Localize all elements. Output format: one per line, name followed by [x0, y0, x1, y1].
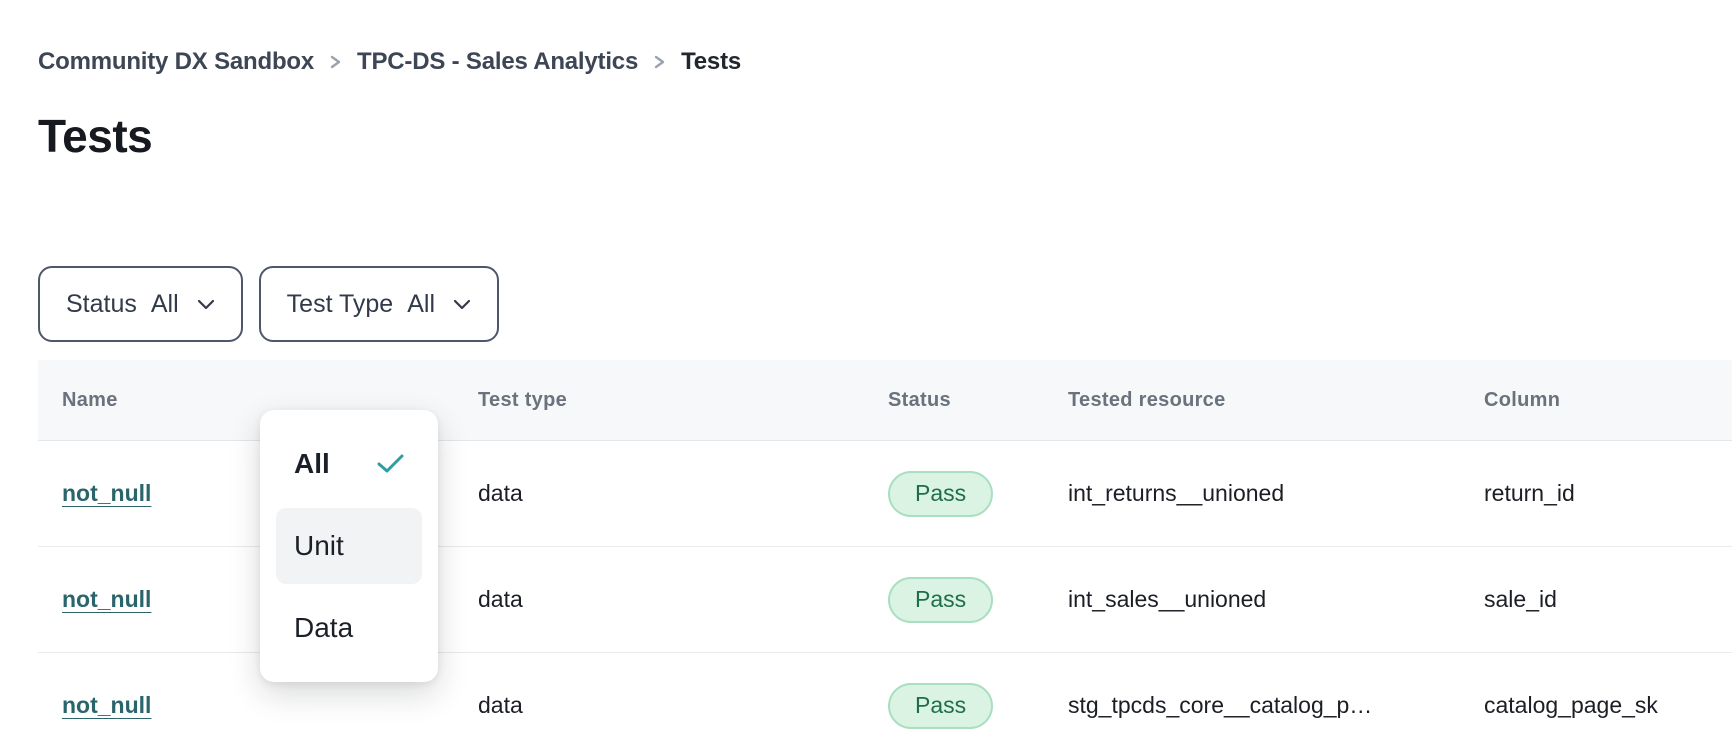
chevron-down-icon	[197, 299, 215, 310]
column-header-column: Column	[1484, 389, 1732, 412]
chevron-right-icon	[329, 52, 342, 72]
breadcrumb-link-project[interactable]: TPC-DS - Sales Analytics	[357, 48, 638, 76]
dropdown-option-label: Unit	[294, 530, 344, 562]
column-value: sale_id	[1484, 586, 1732, 613]
test-type-value: data	[478, 480, 888, 507]
status-filter-label: Status	[66, 290, 137, 319]
dropdown-option-data[interactable]: Data	[276, 590, 422, 666]
dropdown-option-unit[interactable]: Unit	[276, 508, 422, 584]
dropdown-option-label: Data	[294, 612, 353, 644]
tested-resource-value: stg_tpcds_core__catalog_p…	[1068, 692, 1484, 719]
tests-page: Community DX Sandbox TPC-DS - Sales Anal…	[0, 48, 1732, 756]
status-filter-button[interactable]: Status All	[38, 266, 243, 342]
column-header-status: Status	[888, 389, 1068, 412]
test-name-link[interactable]: not_null	[62, 692, 151, 718]
test-name-link[interactable]: not_null	[62, 480, 151, 506]
column-header-test-type: Test type	[478, 389, 888, 412]
column-value: catalog_page_sk	[1484, 692, 1732, 719]
tested-resource-value: int_returns__unioned	[1068, 480, 1484, 507]
dropdown-option-all[interactable]: All	[276, 426, 422, 502]
status-filter-value: All	[151, 290, 179, 319]
breadcrumb-link-sandbox[interactable]: Community DX Sandbox	[38, 48, 314, 76]
page-title: Tests	[38, 106, 1732, 166]
chevron-right-icon	[653, 52, 666, 72]
test-type-filter-label: Test Type	[287, 290, 394, 319]
test-name-link[interactable]: not_null	[62, 586, 151, 612]
column-value: return_id	[1484, 480, 1732, 507]
test-type-filter-value: All	[407, 290, 435, 319]
status-badge: Pass	[888, 577, 993, 623]
test-type-dropdown-menu: All Unit Data	[260, 410, 438, 682]
status-badge: Pass	[888, 683, 993, 729]
filter-bar: Status All Test Type All	[38, 266, 1732, 342]
column-header-name: Name	[38, 389, 478, 412]
status-badge: Pass	[888, 471, 993, 517]
test-type-filter-button[interactable]: Test Type All	[259, 266, 499, 342]
chevron-down-icon	[453, 299, 471, 310]
test-type-value: data	[478, 586, 888, 613]
column-header-tested-resource: Tested resource	[1068, 389, 1484, 412]
checkmark-icon	[377, 454, 404, 474]
breadcrumb: Community DX Sandbox TPC-DS - Sales Anal…	[38, 48, 1732, 76]
test-type-value: data	[478, 692, 888, 719]
tested-resource-value: int_sales__unioned	[1068, 586, 1484, 613]
breadcrumb-current: Tests	[681, 48, 741, 76]
dropdown-option-label: All	[294, 448, 330, 480]
